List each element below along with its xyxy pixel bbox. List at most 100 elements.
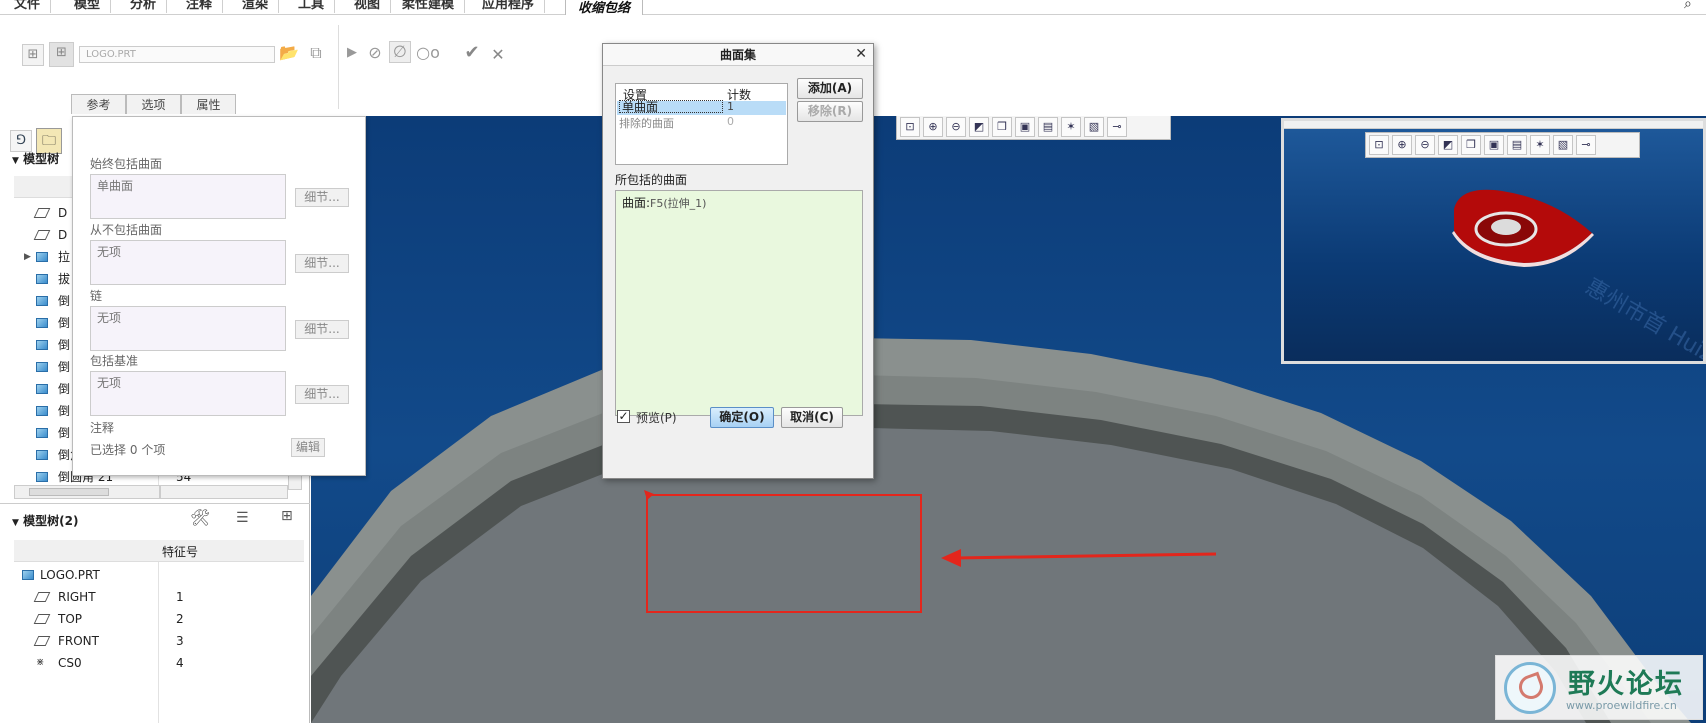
- menu-render[interactable]: 渲染: [232, 0, 280, 13]
- chain-details-button[interactable]: 细节...: [295, 320, 349, 339]
- surface-subset-icon[interactable]: ⊞: [22, 44, 44, 66]
- flame-icon: [1515, 671, 1547, 703]
- selected-label: 已选择: [90, 443, 127, 457]
- tree-settings-icon[interactable]: 🛠: [190, 508, 210, 527]
- tree-row[interactable]: FRONT 3: [14, 630, 304, 652]
- view-manager-icon[interactable]: ▤: [1038, 117, 1058, 137]
- preview-checkbox[interactable]: ✓: [617, 410, 630, 423]
- saved-views-icon[interactable]: ▣: [1015, 117, 1035, 137]
- show-icon[interactable]: ⊞: [281, 508, 293, 524]
- chamfer-icon: [36, 362, 48, 372]
- model-tree-top-title: ▼ 模型树: [12, 152, 60, 166]
- model-tree-top-title-text: 模型树: [23, 152, 60, 166]
- tab-references[interactable]: 参考: [71, 94, 126, 114]
- datum-details-button[interactable]: 细节...: [295, 385, 349, 404]
- tree-row[interactable]: ⋇ CS0 4: [14, 652, 304, 674]
- chamfer-icon: [36, 318, 48, 328]
- feature-number: 1: [176, 590, 184, 604]
- refit-icon[interactable]: ⊡: [900, 117, 920, 137]
- model-tree-icon[interactable]: ⅁: [10, 130, 32, 152]
- chain-collector[interactable]: 无项: [90, 306, 286, 351]
- round-icon: [36, 472, 48, 482]
- search-icon[interactable]: ⌕: [1684, 0, 1692, 12]
- display-style-icon[interactable]: ❒: [992, 117, 1012, 137]
- view-toolbar: ⊡ ⊕ ⊖ ◩ ❒ ▣ ▤ ✶ ▧ ⊸: [896, 116, 1171, 140]
- tab-options[interactable]: 选项: [126, 94, 181, 114]
- annotation-display-icon[interactable]: ▧: [1084, 117, 1104, 137]
- datum-display-icon[interactable]: ✶: [1061, 117, 1081, 137]
- menu-analysis[interactable]: 分析: [120, 0, 168, 13]
- chamfer-icon: [36, 428, 48, 438]
- extrude-icon: [36, 252, 48, 262]
- tree-row[interactable]: LOGO.PRT: [10, 564, 300, 586]
- tree-row-label: 倒: [58, 338, 71, 352]
- ok-button[interactable]: 确定(O): [710, 407, 774, 428]
- excluded-surfaces-label[interactable]: 排除的曲面: [619, 115, 674, 131]
- feature-number: 4: [176, 656, 184, 670]
- surface-set-list[interactable]: 设置 计数 单曲面 1 排除的曲面 0: [615, 83, 788, 165]
- selected-count: 0: [129, 443, 138, 457]
- spin-center-icon[interactable]: ⊸: [1107, 117, 1127, 137]
- chamfer-icon: [36, 296, 48, 306]
- tab-properties[interactable]: 属性: [181, 94, 236, 114]
- always-include-details-button[interactable]: 细节...: [295, 188, 349, 207]
- edit-button[interactable]: 编辑: [291, 438, 325, 457]
- include-datum-label: 包括基准: [90, 354, 139, 368]
- included-surfaces-area[interactable]: 曲面:F5(拉伸_1): [615, 190, 863, 416]
- tree-row-label: 倒: [58, 382, 71, 396]
- tab-shrinkwrap[interactable]: 收缩包络: [565, 0, 644, 16]
- confirm-check-icon[interactable]: ✔: [462, 43, 482, 63]
- open-folder-icon[interactable]: 📂: [278, 43, 300, 63]
- chamfer-icon: [36, 340, 48, 350]
- part-icon: [22, 570, 34, 580]
- always-include-collector[interactable]: 单曲面: [90, 174, 286, 219]
- pause-icon[interactable]: ⊘: [366, 43, 384, 63]
- tree-horizontal-scrollbar-2[interactable]: [160, 485, 288, 499]
- forum-url: www.proewildfire.cn: [1566, 699, 1677, 712]
- tree-row-label: 拉: [58, 250, 71, 264]
- add-button[interactable]: 添加(A): [797, 78, 863, 99]
- repaint-icon[interactable]: ◩: [969, 117, 989, 137]
- menu-model[interactable]: 模型: [64, 0, 112, 13]
- excluded-surfaces-count: 0: [727, 115, 734, 128]
- zoom-out-icon[interactable]: ⊖: [946, 117, 966, 137]
- tree-horizontal-scrollbar[interactable]: [14, 485, 160, 499]
- preview-window[interactable]: ⊡ ⊕ ⊖ ◩ ❒ ▣ ▤ ✶ ▧ ⊸ 惠州市首 Huizhou Zo: [1281, 118, 1706, 364]
- never-include-details-button[interactable]: 细节...: [295, 254, 349, 273]
- tree-filter-icon[interactable]: ☰: [236, 510, 249, 526]
- expand-arrow-icon[interactable]: ▶: [24, 246, 31, 268]
- tree-row[interactable]: RIGHT 1: [14, 586, 304, 608]
- never-include-collector[interactable]: 无项: [90, 240, 286, 285]
- assembly-ref-icon[interactable]: ⧉: [305, 43, 327, 63]
- solid-surface-icon[interactable]: ⊞: [49, 42, 74, 67]
- tree-row[interactable]: TOP 2: [14, 608, 304, 630]
- zoom-in-icon[interactable]: ⊕: [923, 117, 943, 137]
- dialog-title: 曲面集: [603, 44, 873, 66]
- reference-model-field[interactable]: LOGO.PRT: [79, 46, 275, 63]
- remove-button[interactable]: 移除(R): [797, 101, 863, 122]
- tree-row-label: D: [58, 228, 68, 242]
- tree-row-label: 倒: [58, 294, 71, 308]
- verify-icon[interactable]: ○ο: [416, 43, 440, 63]
- menu-file[interactable]: 文件: [4, 0, 52, 13]
- tree-row-label: RIGHT: [58, 590, 96, 604]
- menu-annotate[interactable]: 注释: [176, 0, 224, 13]
- play-icon[interactable]: ▶: [344, 43, 360, 63]
- close-icon[interactable]: ✕: [855, 46, 867, 62]
- datum-collector[interactable]: 无项: [90, 371, 286, 416]
- tree-row-label: 拔: [58, 272, 71, 286]
- preview-label: 预览(P): [636, 411, 677, 425]
- cancel-button[interactable]: 取消(C): [781, 407, 843, 428]
- menu-view[interactable]: 视图: [344, 0, 392, 13]
- cancel-x-icon[interactable]: ✕: [490, 45, 506, 65]
- menu-applications[interactable]: 应用程序: [472, 0, 546, 13]
- app-window: 文件 模型 分析 注释 渲染 工具 视图 柔性建模 应用程序 收缩包络 ⌕ ⊞ …: [0, 0, 1706, 723]
- menu-flexible-modeling[interactable]: 柔性建模: [392, 0, 466, 13]
- preview-icon[interactable]: ∅: [389, 41, 411, 63]
- list-row-selected[interactable]: 单曲面 1: [617, 100, 786, 115]
- chamfer-icon: [36, 384, 48, 394]
- menu-tools[interactable]: 工具: [288, 0, 336, 13]
- chamfer-icon: [36, 406, 48, 416]
- included-prefix: 曲面:: [622, 196, 651, 210]
- scroll-thumb[interactable]: [29, 488, 109, 496]
